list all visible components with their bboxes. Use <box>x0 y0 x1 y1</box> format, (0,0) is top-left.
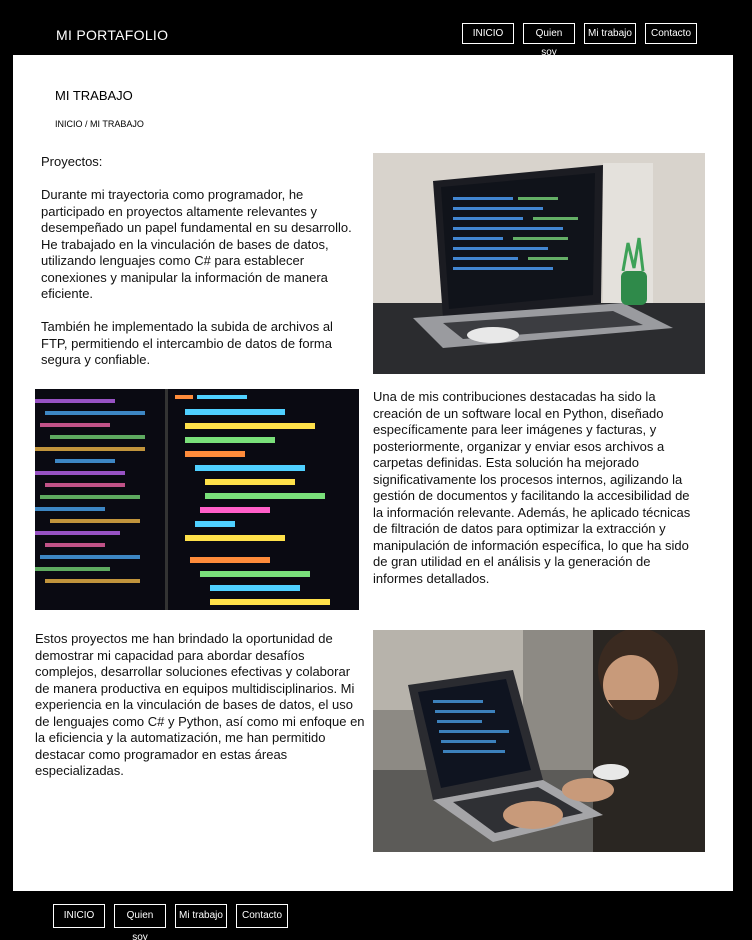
footer-quien-soy-button[interactable]: Quien soy <box>114 904 166 940</box>
code-on-screen-image <box>35 389 359 610</box>
code-screen-illustration <box>35 389 359 610</box>
man-typing-laptop-image <box>373 630 705 852</box>
section-experience-text: Estos proyectos me han brindado la oport… <box>35 631 365 780</box>
page-title: MI TRABAJO <box>55 88 133 103</box>
header-nav: INICIO Quien soy Mi trabajo Contacto <box>462 23 697 58</box>
site-brand[interactable]: MI PORTAFOLIO <box>56 27 168 43</box>
paragraph: También he implementado la subida de arc… <box>41 319 333 367</box>
nav-mi-trabajo-button[interactable]: Mi trabajo <box>584 23 636 44</box>
header: MI PORTAFOLIO INICIO Quien soy Mi trabaj… <box>0 0 752 58</box>
paragraph: Una de mis contribuciones destacadas ha … <box>373 389 691 586</box>
breadcrumb: INICIO / MI TRABAJO <box>55 119 144 129</box>
footer-inicio-button[interactable]: INICIO <box>53 904 105 928</box>
section-heading: Proyectos: <box>41 154 103 169</box>
nav-inicio-button[interactable]: INICIO <box>462 23 514 44</box>
section-projects-text: Proyectos: Durante mi trayectoria como p… <box>41 154 356 385</box>
footer-nav: INICIO Quien soy Mi trabajo Contacto <box>53 904 288 940</box>
laptop-on-table-image <box>373 153 705 374</box>
nav-contacto-button[interactable]: Contacto <box>645 23 697 44</box>
section-contributions-text: Una de mis contribuciones destacadas ha … <box>373 389 703 587</box>
nav-quien-soy-button[interactable]: Quien soy <box>523 23 575 58</box>
footer-mi-trabajo-button[interactable]: Mi trabajo <box>175 904 227 928</box>
main-content: MI TRABAJO INICIO / MI TRABAJO Proyectos… <box>13 55 733 891</box>
paragraph: Estos proyectos me han brindado la oport… <box>35 631 365 778</box>
paragraph: Durante mi trayectoria como programador,… <box>41 187 352 301</box>
laptop-illustration <box>373 153 705 374</box>
footer-contacto-button[interactable]: Contacto <box>236 904 288 928</box>
man-laptop-illustration <box>373 630 705 852</box>
